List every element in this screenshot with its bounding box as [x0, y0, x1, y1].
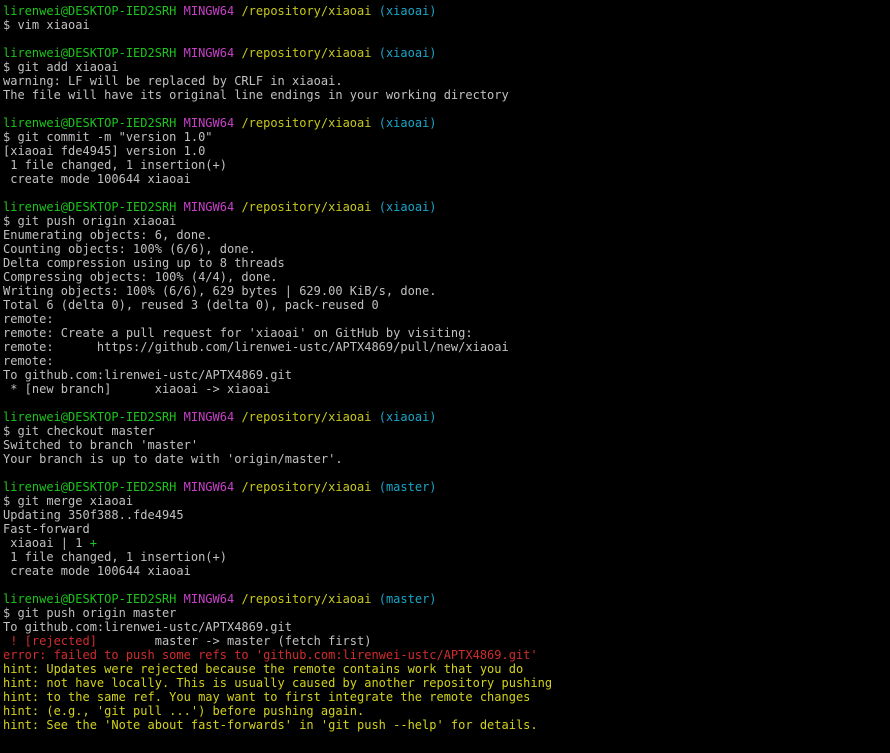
- prompt-branch: (xiaoai): [378, 46, 437, 60]
- output-line: Counting objects: 100% (6/6), done.: [3, 242, 256, 256]
- prompt-path: /repository/xiaoai: [241, 46, 372, 60]
- command-line: $ git push origin master: [3, 606, 177, 620]
- output-line: create mode 100644 xiaoai: [3, 172, 191, 186]
- prompt-branch: (master): [378, 480, 437, 494]
- prompt-path: /repository/xiaoai: [241, 116, 372, 130]
- prompt-line: lirenwei@DESKTOP-IED2SRH MINGW64 /reposi…: [3, 410, 890, 424]
- hint-line: hint: See the 'Note about fast-forwards'…: [3, 718, 538, 732]
- prompt-env: MINGW64: [183, 116, 235, 130]
- output-line: * [new branch] xiaoai -> xiaoai: [3, 382, 271, 396]
- output-line: remote:: [3, 354, 54, 368]
- prompt-line: lirenwei@DESKTOP-IED2SRH MINGW64 /reposi…: [3, 4, 890, 18]
- hint-line: hint: Updates were rejected because the …: [3, 662, 524, 676]
- output-line: To github.com:lirenwei-ustc/APTX4869.git: [3, 368, 292, 382]
- command-line: $ git checkout master: [3, 424, 155, 438]
- output-line: [xiaoai fde4945] version 1.0: [3, 144, 206, 158]
- prompt-env: MINGW64: [183, 46, 235, 60]
- prompt-path: /repository/xiaoai: [241, 592, 372, 606]
- output-line: create mode 100644 xiaoai: [3, 564, 191, 578]
- output-line: The file will have its original line end…: [3, 88, 509, 102]
- output-line: remote: Create a pull request for 'xiaoa…: [3, 326, 473, 340]
- hint-line: hint: (e.g., 'git pull ...') before push…: [3, 704, 365, 718]
- output-line: 1 file changed, 1 insertion(+): [3, 550, 227, 564]
- output-line: Updating 350f388..fde4945: [3, 508, 184, 522]
- diffstat-line: xiaoai | 1 +: [3, 536, 890, 550]
- prompt-user-host: lirenwei@DESKTOP-IED2SRH: [3, 410, 177, 424]
- command-line: $ git add xiaoai: [3, 60, 119, 74]
- output-line: 1 file changed, 1 insertion(+): [3, 158, 227, 172]
- diffstat-file: xiaoai | 1: [3, 536, 90, 550]
- command-line: $ git push origin xiaoai: [3, 214, 177, 228]
- diffstat-plus: +: [89, 536, 97, 550]
- prompt-path: /repository/xiaoai: [241, 480, 372, 494]
- output-line: Fast-forward: [3, 522, 90, 536]
- prompt-env: MINGW64: [183, 4, 235, 18]
- command-line: $ git merge xiaoai: [3, 494, 134, 508]
- rejected-tag: ! [rejected]: [3, 634, 97, 648]
- prompt-line: lirenwei@DESKTOP-IED2SRH MINGW64 /reposi…: [3, 200, 890, 214]
- prompt-path: /repository/xiaoai: [241, 410, 372, 424]
- output-line: Compressing objects: 100% (4/4), done.: [3, 270, 278, 284]
- prompt-user-host: lirenwei@DESKTOP-IED2SRH: [3, 46, 177, 60]
- output-line: remote: https://github.com/lirenwei-ustc…: [3, 340, 509, 354]
- prompt-user-host: lirenwei@DESKTOP-IED2SRH: [3, 592, 177, 606]
- output-line: Switched to branch 'master': [3, 438, 199, 452]
- prompt-branch: (xiaoai): [378, 200, 437, 214]
- rejected-detail: master -> master (fetch first): [96, 634, 372, 648]
- prompt-line: lirenwei@DESKTOP-IED2SRH MINGW64 /reposi…: [3, 480, 890, 494]
- output-line: To github.com:lirenwei-ustc/APTX4869.git: [3, 620, 292, 634]
- command-line: $ git commit -m "version 1.0": [3, 130, 213, 144]
- prompt-line: lirenwei@DESKTOP-IED2SRH MINGW64 /reposi…: [3, 46, 890, 60]
- prompt-branch: (xiaoai): [378, 410, 437, 424]
- prompt-user-host: lirenwei@DESKTOP-IED2SRH: [3, 4, 177, 18]
- prompt-branch: (xiaoai): [378, 116, 437, 130]
- command-line: $ vim xiaoai: [3, 18, 90, 32]
- output-line: remote:: [3, 312, 54, 326]
- output-line: Writing objects: 100% (6/6), 629 bytes |…: [3, 284, 437, 298]
- terminal-window[interactable]: lirenwei@DESKTOP-IED2SRH MINGW64 /reposi…: [0, 0, 890, 753]
- output-line: Total 6 (delta 0), reused 3 (delta 0), p…: [3, 298, 379, 312]
- prompt-user-host: lirenwei@DESKTOP-IED2SRH: [3, 200, 177, 214]
- prompt-env: MINGW64: [183, 480, 235, 494]
- error-line: error: failed to push some refs to 'gith…: [3, 648, 538, 662]
- output-line: Enumerating objects: 6, done.: [3, 228, 213, 242]
- prompt-path: /repository/xiaoai: [241, 200, 372, 214]
- prompt-branch: (xiaoai): [378, 4, 437, 18]
- prompt-line: lirenwei@DESKTOP-IED2SRH MINGW64 /reposi…: [3, 116, 890, 130]
- prompt-env: MINGW64: [183, 592, 235, 606]
- prompt-env: MINGW64: [183, 410, 235, 424]
- output-line: Your branch is up to date with 'origin/m…: [3, 452, 343, 466]
- prompt-line: lirenwei@DESKTOP-IED2SRH MINGW64 /reposi…: [3, 592, 890, 606]
- hint-line: hint: not have locally. This is usually …: [3, 676, 553, 690]
- output-line: Delta compression using up to 8 threads: [3, 256, 285, 270]
- prompt-user-host: lirenwei@DESKTOP-IED2SRH: [3, 116, 177, 130]
- output-line: warning: LF will be replaced by CRLF in …: [3, 74, 343, 88]
- prompt-path: /repository/xiaoai: [241, 4, 372, 18]
- rejected-line: ! [rejected] master -> master (fetch fir…: [3, 634, 890, 648]
- prompt-env: MINGW64: [183, 200, 235, 214]
- hint-line: hint: to the same ref. You may want to f…: [3, 690, 531, 704]
- prompt-branch: (master): [378, 592, 437, 606]
- prompt-user-host: lirenwei@DESKTOP-IED2SRH: [3, 480, 177, 494]
